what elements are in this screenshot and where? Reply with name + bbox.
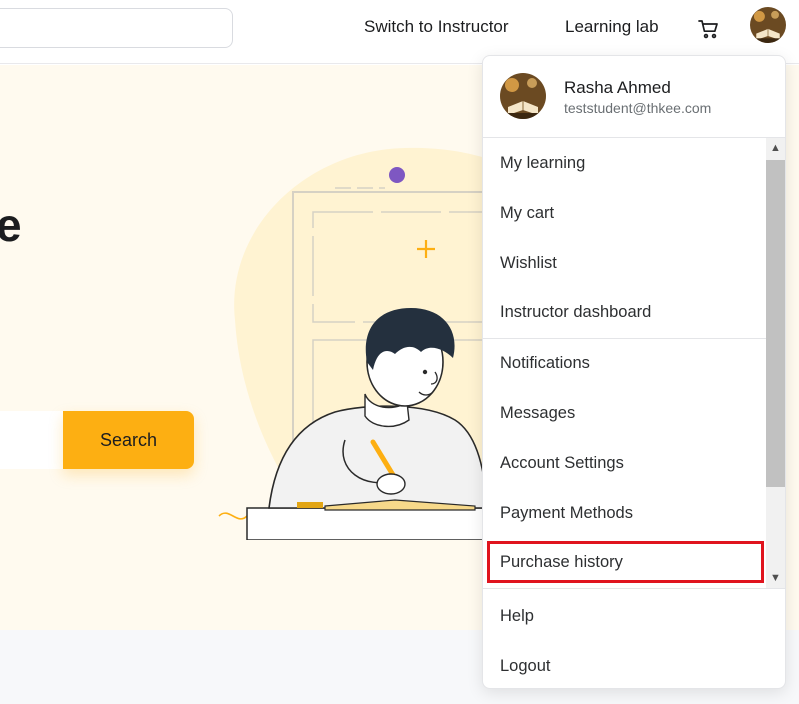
user-name: Rasha Ahmed	[564, 78, 671, 97]
menu-item-notifications[interactable]: Notifications	[500, 354, 590, 373]
hero-search-button[interactable]: Search	[63, 411, 194, 469]
menu-item-payment-methods[interactable]: Payment Methods	[500, 504, 633, 523]
scrollbar-thumb[interactable]	[766, 160, 785, 487]
menu-item-instructor-dashboard[interactable]: Instructor dashboard	[500, 303, 651, 322]
hero-heading: e	[0, 199, 22, 251]
menu-scrollbar[interactable]: ▲ ▼	[766, 138, 785, 588]
cart-icon[interactable]	[697, 17, 721, 41]
learning-lab-link[interactable]: Learning lab	[565, 17, 659, 37]
header-search-input[interactable]	[0, 8, 233, 48]
user-dropdown-menu: Rasha Ahmed teststudent@thkee.com My lea…	[482, 55, 786, 689]
hero-search-input[interactable]	[0, 411, 64, 469]
menu-item-messages[interactable]: Messages	[500, 404, 575, 423]
switch-to-instructor-link[interactable]: Switch to Instructor	[364, 17, 509, 37]
menu-item-my-cart[interactable]: My cart	[500, 204, 554, 223]
menu-item-help[interactable]: Help	[500, 607, 534, 626]
menu-item-my-learning[interactable]: My learning	[500, 154, 585, 173]
user-info[interactable]: Rasha Ahmed teststudent@thkee.com	[483, 56, 785, 138]
scroll-up-icon[interactable]: ▲	[766, 138, 785, 158]
menu-divider	[483, 338, 766, 339]
menu-scroll-area: My learning My cart Wishlist Instructor …	[483, 138, 785, 588]
menu-avatar	[500, 73, 546, 119]
scroll-down-icon[interactable]: ▼	[766, 568, 785, 588]
menu-item-logout[interactable]: Logout	[500, 657, 550, 676]
menu-item-purchase-history[interactable]: Purchase history	[500, 553, 623, 572]
student-illustration	[218, 147, 515, 540]
menu-item-account-settings[interactable]: Account Settings	[500, 454, 624, 473]
user-email: teststudent@thkee.com	[564, 100, 712, 116]
menu-item-wishlist[interactable]: Wishlist	[500, 254, 557, 273]
user-avatar[interactable]	[750, 7, 786, 43]
menu-bottom-group: Help Logout	[483, 588, 785, 688]
